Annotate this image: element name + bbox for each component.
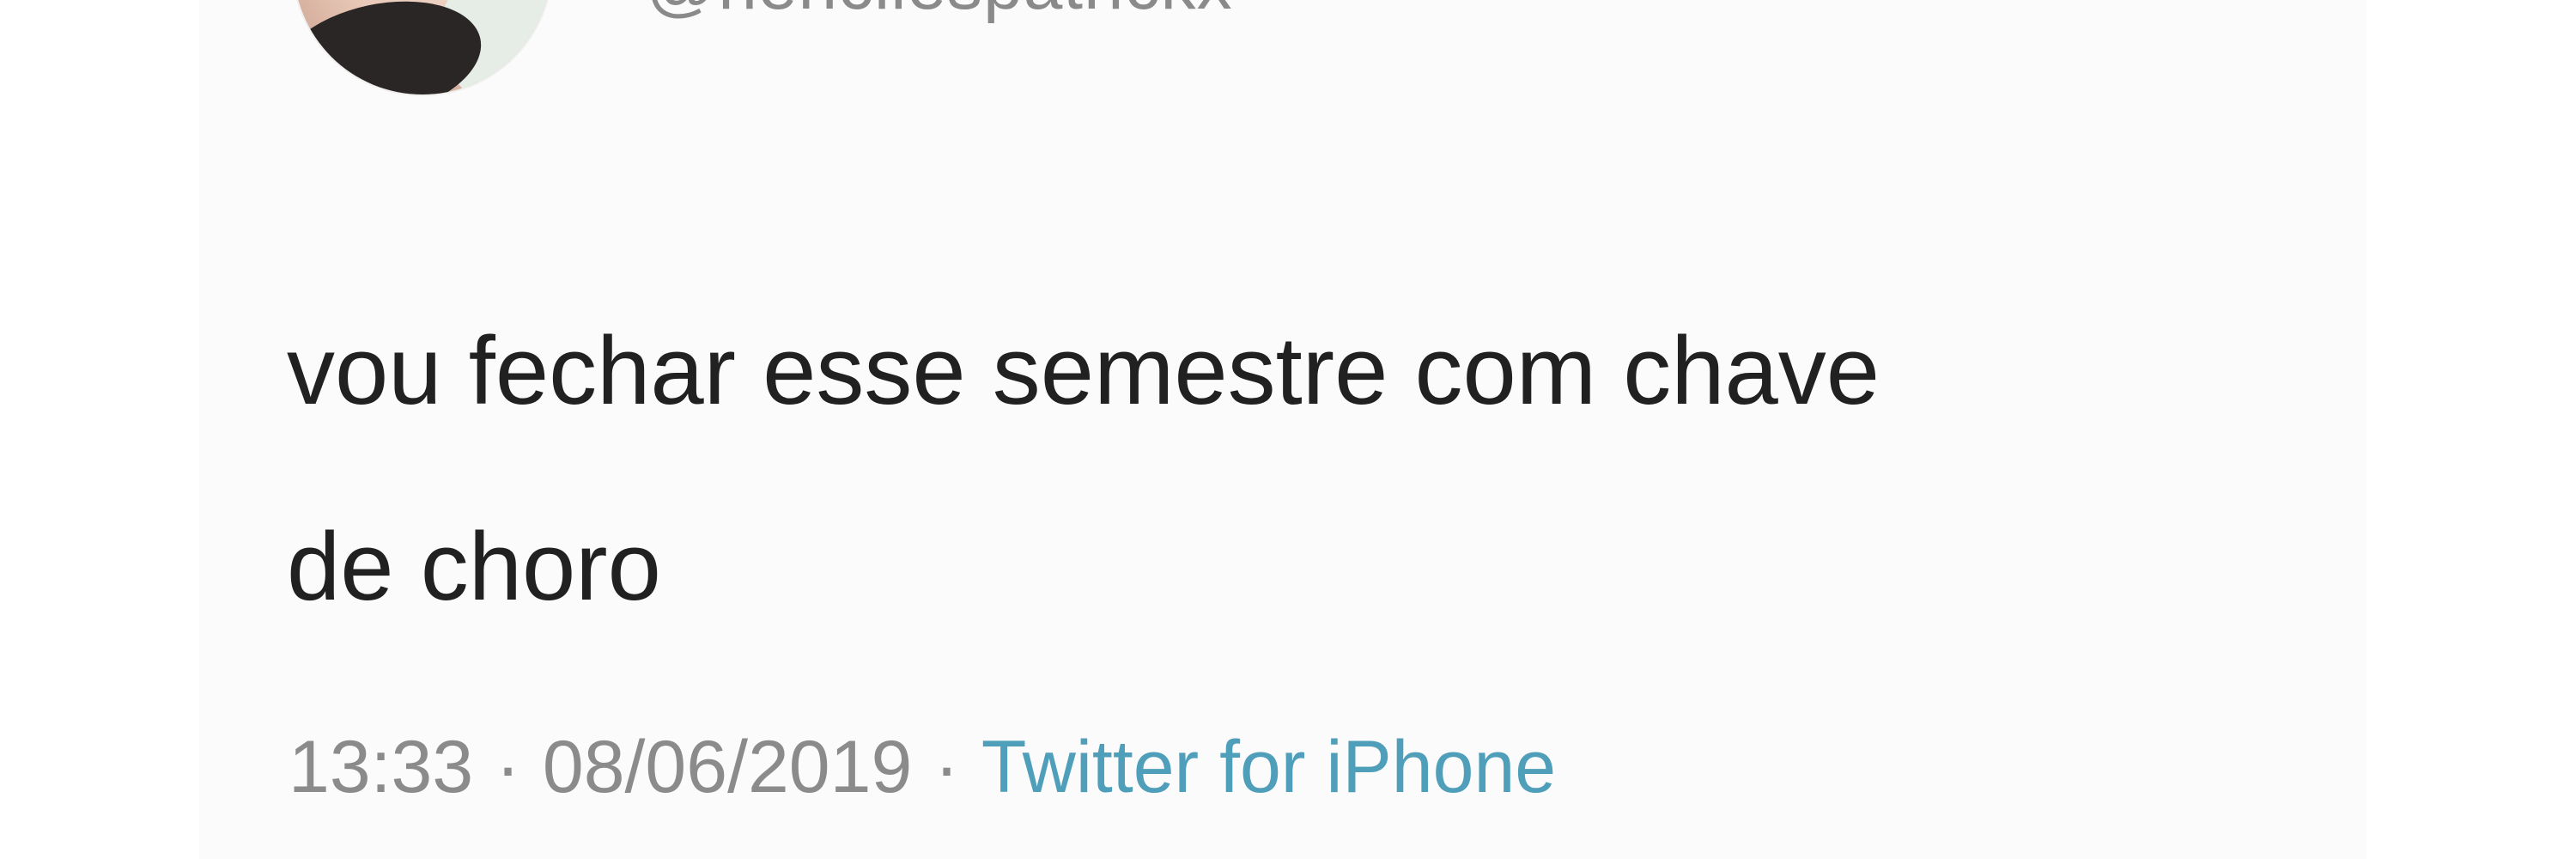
tweet-source-link[interactable]: Twitter for iPhone (981, 726, 1556, 808)
user-handle[interactable]: @hencilespatrickx (646, 0, 1233, 21)
tweet-meta: 13:33 · 08/06/2019 · Twitter for iPhone (289, 730, 1556, 804)
right-margin (2366, 0, 2576, 859)
meta-separator: · (495, 726, 520, 808)
tweet-text: vou fechar esse semestre com chave de ch… (287, 317, 1880, 620)
tweet-date[interactable]: 08/06/2019 (543, 726, 912, 808)
left-margin (0, 0, 199, 859)
tweet-time[interactable]: 13:33 (289, 726, 473, 808)
meta-separator: · (934, 726, 959, 808)
tweet-card: @hencilespatrickx vou fechar esse semest… (199, 0, 2366, 859)
avatar[interactable] (294, 0, 551, 94)
